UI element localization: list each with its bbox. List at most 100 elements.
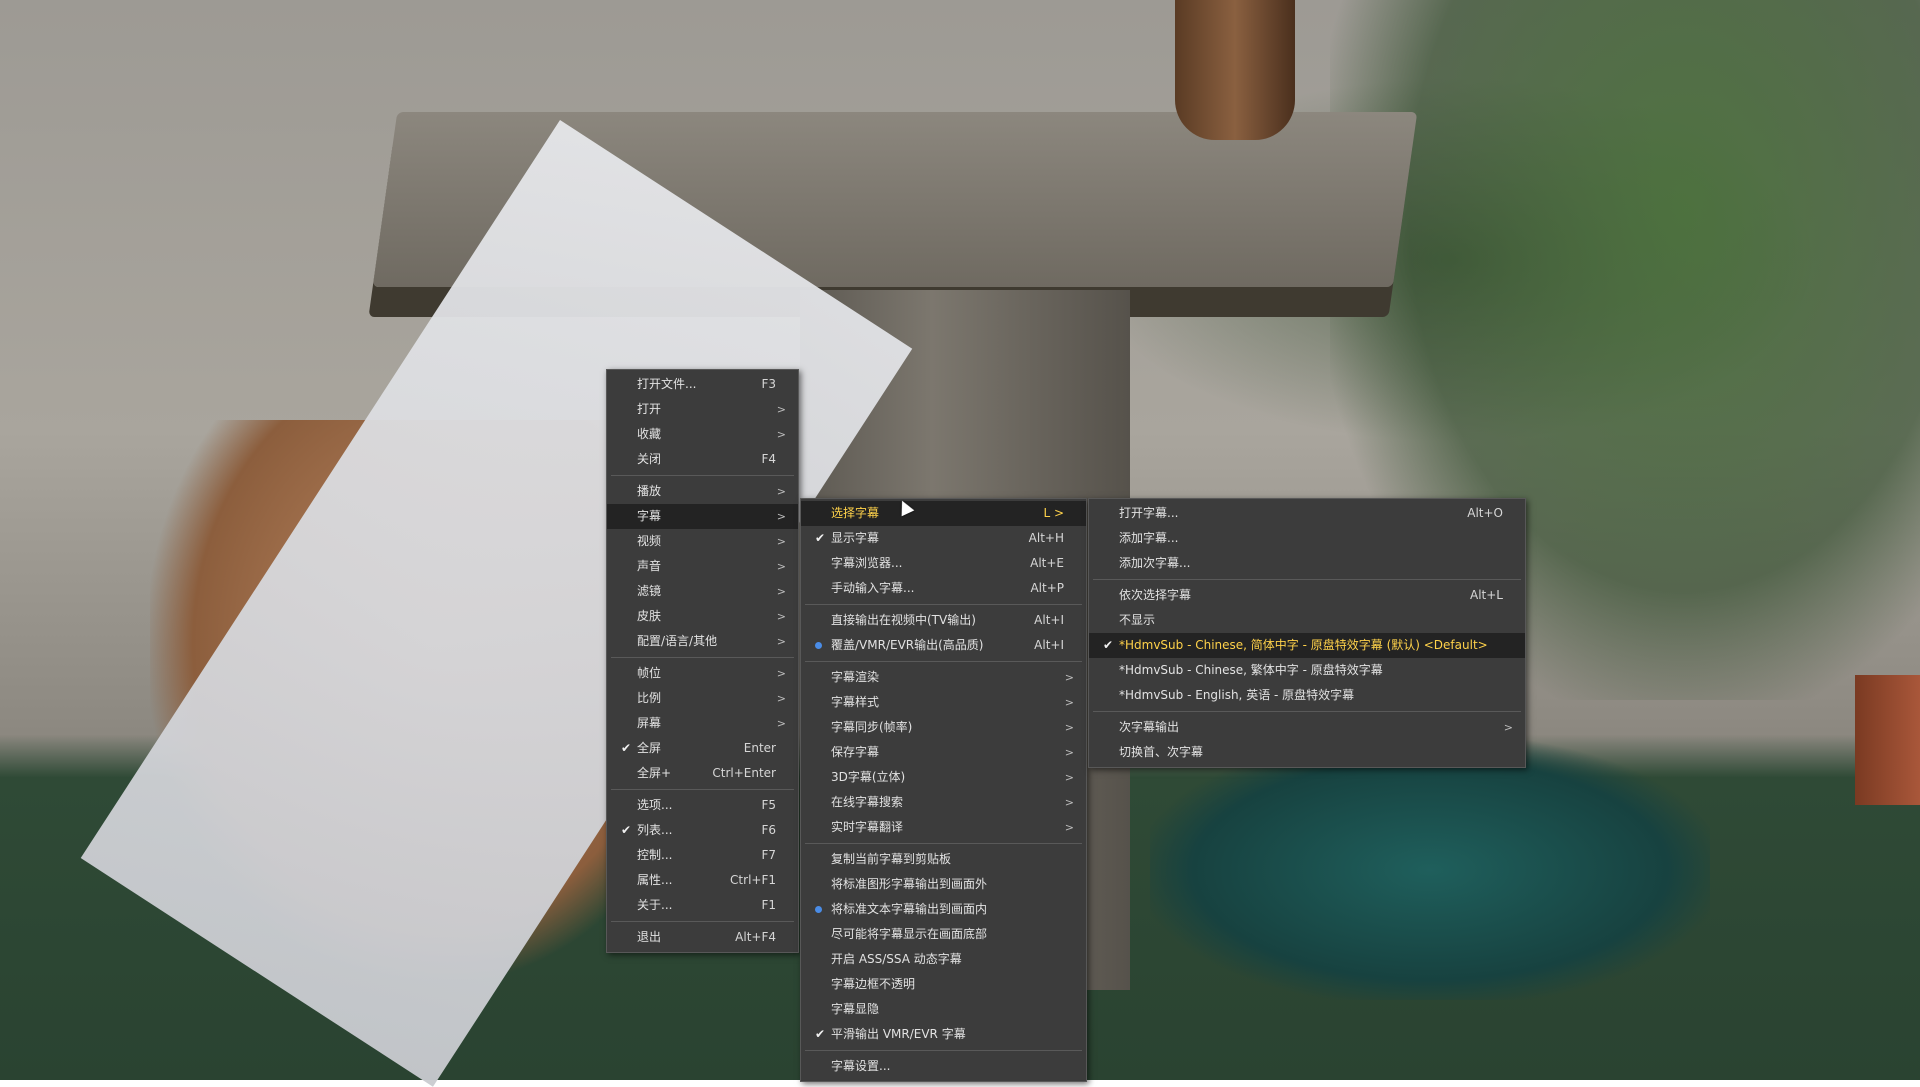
context-menu-subtitle: 选择字幕 L > ✔ 显示字幕 Alt+H 字幕浏览器... Alt+E 手动输入字幕... A… bbox=[800, 498, 1087, 1082]
menu-item-label: 将标准图形字幕输出到画面外 bbox=[831, 877, 988, 891]
menu-item-label: 在线字幕搜索 bbox=[831, 795, 904, 809]
select-subtitle-menu-item-0-2[interactable]: 添加次字幕... bbox=[1089, 551, 1525, 576]
flower-pot-shape bbox=[1855, 675, 1920, 805]
main-menu-item-3-1[interactable]: ✔ 列表... F6 bbox=[607, 818, 798, 843]
subtitle-menu-item-3-4[interactable]: 开启 ASS/SSA 动态字幕 bbox=[801, 947, 1086, 972]
menu-item-label: 字幕同步(帧率) bbox=[831, 720, 913, 734]
subtitle-menu-item-2-6[interactable]: 实时字幕翻译 > bbox=[801, 815, 1086, 840]
select-subtitle-menu-item-1-1[interactable]: 不显示 bbox=[1089, 608, 1525, 633]
main-menu-item-4-0[interactable]: 退出 Alt+F4 bbox=[607, 925, 798, 950]
check-icon: ✔ bbox=[1102, 638, 1114, 652]
menu-item-shortcut: Alt+F4 bbox=[735, 930, 776, 944]
subtitle-menu-item-0-3[interactable]: 手动输入字幕... Alt+P bbox=[801, 576, 1086, 601]
main-menu-item-3-3[interactable]: 属性... Ctrl+F1 bbox=[607, 868, 798, 893]
subtitle-menu-item-4-0[interactable]: 字幕设置... bbox=[801, 1054, 1086, 1079]
main-menu-item-0-3[interactable]: 关闭 F4 bbox=[607, 447, 798, 472]
subtitle-menu-item-3-7[interactable]: ✔ 平滑输出 VMR/EVR 字幕 bbox=[801, 1022, 1086, 1047]
chevron-right-icon: > bbox=[776, 610, 786, 623]
subtitle-menu-item-2-0[interactable]: 字幕渲染 > bbox=[801, 665, 1086, 690]
main-menu-item-1-0[interactable]: 播放 > bbox=[607, 479, 798, 504]
main-menu-item-3-0[interactable]: 选项... F5 bbox=[607, 793, 798, 818]
subtitle-menu-item-3-6[interactable]: 字幕显隐 bbox=[801, 997, 1086, 1022]
menu-item-label: 将标准文本字幕输出到画面内 bbox=[831, 902, 988, 916]
main-menu-item-0-0[interactable]: 打开文件... F3 bbox=[607, 372, 798, 397]
menu-item-label: 声音 bbox=[637, 559, 662, 573]
main-menu-item-2-3[interactable]: ✔ 全屏 Enter bbox=[607, 736, 798, 761]
subtitle-menu-item-2-1[interactable]: 字幕样式 > bbox=[801, 690, 1086, 715]
radio-dot-icon bbox=[815, 906, 822, 913]
menu-separator bbox=[805, 661, 1082, 662]
chevron-right-icon: > bbox=[776, 428, 786, 441]
subtitle-menu-item-2-3[interactable]: 保存字幕 > bbox=[801, 740, 1086, 765]
menu-item-shortcut: Alt+O bbox=[1467, 506, 1503, 520]
menu-item-label: 次字幕输出 bbox=[1119, 720, 1180, 734]
menu-item-shortcut: Alt+I bbox=[1034, 613, 1064, 627]
main-menu-item-2-2[interactable]: 屏幕 > bbox=[607, 711, 798, 736]
subtitle-menu-item-1-0[interactable]: 直接输出在视频中(TV输出) Alt+I bbox=[801, 608, 1086, 633]
main-menu-item-2-1[interactable]: 比例 > bbox=[607, 686, 798, 711]
select-subtitle-menu-item-0-0[interactable]: 打开字幕... Alt+O bbox=[1089, 501, 1525, 526]
menu-item-label: 开启 ASS/SSA 动态字幕 bbox=[831, 952, 962, 966]
subtitle-menu-item-2-2[interactable]: 字幕同步(帧率) > bbox=[801, 715, 1086, 740]
subtitle-menu-item-3-1[interactable]: 将标准图形字幕输出到画面外 bbox=[801, 872, 1086, 897]
menu-item-label: 退出 bbox=[637, 930, 662, 944]
vase-shape bbox=[1175, 0, 1295, 140]
menu-item-label: 全屏+ bbox=[637, 766, 672, 780]
main-menu-item-0-2[interactable]: 收藏 > bbox=[607, 422, 798, 447]
menu-separator bbox=[611, 475, 794, 476]
main-menu-item-1-1[interactable]: 字幕 > bbox=[607, 504, 798, 529]
subtitle-menu-item-0-1[interactable]: ✔ 显示字幕 Alt+H bbox=[801, 526, 1086, 551]
menu-item-label: 关闭 bbox=[637, 452, 662, 466]
main-menu-item-2-4[interactable]: 全屏+ Ctrl+Enter bbox=[607, 761, 798, 786]
menu-item-label: 字幕浏览器... bbox=[831, 556, 903, 570]
select-subtitle-menu-item-1-4[interactable]: *HdmvSub - English, 英语 - 原盘特效字幕 bbox=[1089, 683, 1525, 708]
menu-item-label: 收藏 bbox=[637, 427, 662, 441]
menu-item-label: 全屏 bbox=[637, 741, 662, 755]
chevron-right-icon: > bbox=[1064, 746, 1074, 759]
menu-separator bbox=[805, 1050, 1082, 1051]
menu-separator bbox=[805, 843, 1082, 844]
subtitle-menu-item-2-4[interactable]: 3D字幕(立体) > bbox=[801, 765, 1086, 790]
subtitle-menu-item-3-0[interactable]: 复制当前字幕到剪贴板 bbox=[801, 847, 1086, 872]
chevron-right-icon: > bbox=[776, 635, 786, 648]
subtitle-menu-item-3-2[interactable]: 将标准文本字幕输出到画面内 bbox=[801, 897, 1086, 922]
menu-item-label: 字幕 bbox=[637, 509, 662, 523]
select-subtitle-menu-item-2-0[interactable]: 次字幕输出 > bbox=[1089, 715, 1525, 740]
subtitle-menu-item-1-1[interactable]: 覆盖/VMR/EVR输出(高品质) Alt+I bbox=[801, 633, 1086, 658]
menu-item-label: 复制当前字幕到剪贴板 bbox=[831, 852, 952, 866]
menu-item-label: 比例 bbox=[637, 691, 662, 705]
subtitle-menu-item-3-3[interactable]: 尽可能将字幕显示在画面底部 bbox=[801, 922, 1086, 947]
select-subtitle-menu-item-0-1[interactable]: 添加字幕... bbox=[1089, 526, 1525, 551]
main-menu-item-3-2[interactable]: 控制... F7 bbox=[607, 843, 798, 868]
menu-item-label: 保存字幕 bbox=[831, 745, 880, 759]
main-menu-item-2-0[interactable]: 帧位 > bbox=[607, 661, 798, 686]
main-menu-item-1-2[interactable]: 视频 > bbox=[607, 529, 798, 554]
select-subtitle-menu-item-1-2[interactable]: ✔ *HdmvSub - Chinese, 简体中字 - 原盘特效字幕 (默认) … bbox=[1089, 633, 1525, 658]
main-menu-item-3-4[interactable]: 关于... F1 bbox=[607, 893, 798, 918]
select-subtitle-menu-item-1-3[interactable]: *HdmvSub - Chinese, 繁体中字 - 原盘特效字幕 bbox=[1089, 658, 1525, 683]
main-menu-item-1-4[interactable]: 滤镜 > bbox=[607, 579, 798, 604]
select-subtitle-menu-item-1-0[interactable]: 依次选择字幕 Alt+L bbox=[1089, 583, 1525, 608]
main-menu-item-1-5[interactable]: 皮肤 > bbox=[607, 604, 798, 629]
main-menu-item-1-3[interactable]: 声音 > bbox=[607, 554, 798, 579]
menu-item-label: 直接输出在视频中(TV输出) bbox=[831, 613, 976, 627]
menu-item-shortcut: F4 bbox=[761, 452, 776, 466]
menu-item-label: 打开 bbox=[637, 402, 662, 416]
subtitle-menu-item-2-5[interactable]: 在线字幕搜索 > bbox=[801, 790, 1086, 815]
subtitle-menu-item-3-5[interactable]: 字幕边框不透明 bbox=[801, 972, 1086, 997]
menu-item-label: 字幕渲染 bbox=[831, 670, 880, 684]
menu-item-shortcut: F6 bbox=[761, 823, 776, 837]
menu-item-label: 打开字幕... bbox=[1119, 506, 1179, 520]
menu-item-label: *HdmvSub - English, 英语 - 原盘特效字幕 bbox=[1119, 688, 1355, 702]
menu-item-label: 打开文件... bbox=[637, 377, 697, 391]
subtitle-menu-item-0-2[interactable]: 字幕浏览器... Alt+E bbox=[801, 551, 1086, 576]
subtitle-menu-item-0-0[interactable]: 选择字幕 L > bbox=[801, 501, 1086, 526]
menu-item-label: 依次选择字幕 bbox=[1119, 588, 1192, 602]
main-menu-item-1-6[interactable]: 配置/语言/其他 > bbox=[607, 629, 798, 654]
menu-item-label: 覆盖/VMR/EVR输出(高品质) bbox=[831, 638, 984, 652]
menu-item-label: 关于... bbox=[637, 898, 673, 912]
select-subtitle-menu-item-2-1[interactable]: 切换首、次字幕 bbox=[1089, 740, 1525, 765]
menu-item-label: 属性... bbox=[637, 873, 673, 887]
menu-item-shortcut: Alt+L bbox=[1470, 588, 1503, 602]
main-menu-item-0-1[interactable]: 打开 > bbox=[607, 397, 798, 422]
